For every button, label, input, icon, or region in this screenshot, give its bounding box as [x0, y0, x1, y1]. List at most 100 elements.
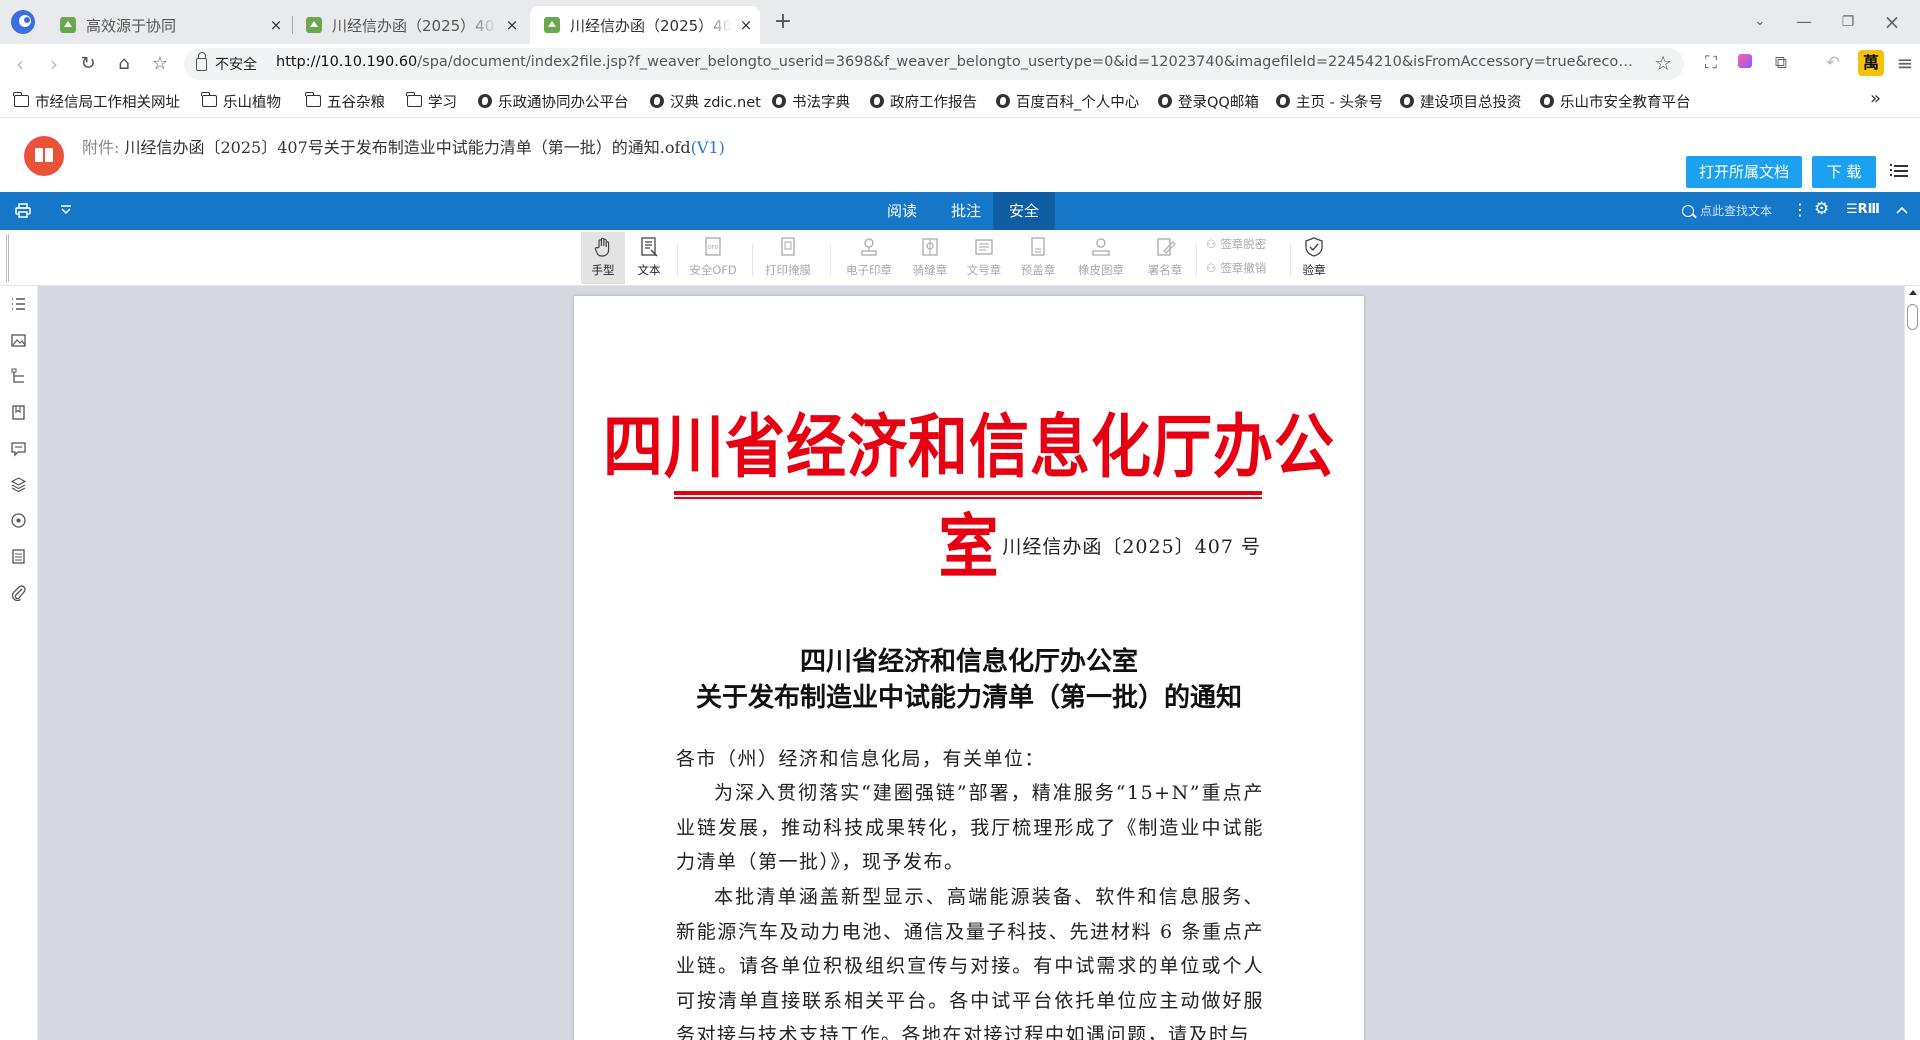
bookmarks-overflow-button[interactable]: »: [1870, 88, 1881, 109]
download-button[interactable]: 下 载: [1812, 156, 1876, 188]
bookmark-link[interactable]: 书法字典: [772, 89, 850, 113]
doc-number-seal-button[interactable]: 文号章: [960, 232, 1008, 284]
back-icon[interactable]: ‹: [6, 50, 34, 78]
bookmark-link[interactable]: 建设项目总投资: [1400, 89, 1522, 113]
version-link[interactable]: V1: [697, 138, 719, 157]
new-tab-button[interactable]: +: [768, 8, 798, 38]
minimize-icon[interactable]: —: [1784, 8, 1824, 36]
forward-icon[interactable]: ›: [40, 50, 68, 78]
extensions-puzzle-icon[interactable]: ⧉: [1768, 50, 1794, 76]
bookmarks-bar: 市经信局工作相关网址 乐山植物 五谷杂粮 学习 乐政通协同办公平台 汉典 zdi…: [0, 84, 1920, 118]
browser-menu-icon[interactable]: ≡: [1892, 50, 1918, 76]
toolbar-separator: [830, 244, 831, 276]
tab-3-active[interactable]: 川经信办函（2025）407号关于发布制造业中试能力清单 ×: [530, 6, 760, 44]
list-menu-icon[interactable]: [1890, 162, 1908, 180]
reading-mode-toggle[interactable]: ☰RⅢ: [1846, 202, 1880, 217]
text-select-button[interactable]: 文本: [627, 232, 671, 284]
tab-security[interactable]: 安全: [993, 192, 1055, 230]
tab-search-chevron-icon[interactable]: ⌄: [1740, 8, 1780, 36]
e-seal-icon: [861, 238, 877, 256]
undo-icon[interactable]: ↶: [1820, 50, 1846, 76]
extension-app-icon[interactable]: [1732, 50, 1758, 76]
url-text[interactable]: http://10.10.190.60/spa/document/index2f…: [276, 54, 1636, 70]
outline-list-icon[interactable]: [10, 296, 27, 313]
secure-ofd-icon: OFD: [705, 237, 721, 256]
bookmark-folder[interactable]: 市经信局工作相关网址: [13, 89, 180, 113]
reload-icon[interactable]: ↻: [74, 50, 102, 78]
bookmark-folder[interactable]: 乐山植物: [201, 89, 281, 113]
thumbnail-image-icon[interactable]: [10, 332, 27, 349]
seal-revoke-button[interactable]: ⚇ 签章撤销: [1206, 260, 1266, 276]
profile-avatar[interactable]: 萬: [1858, 50, 1884, 76]
target-seal-icon[interactable]: [10, 512, 27, 529]
bookmark-link[interactable]: 乐山市安全教育平台: [1540, 89, 1691, 113]
omnibox[interactable]: 不安全 http://10.10.190.60/spa/document/ind…: [184, 48, 1684, 80]
document-title-line1: 四川省经济和信息化厅办公室: [799, 647, 1138, 677]
tab-close-icon[interactable]: ×: [498, 16, 526, 34]
bookmark-page-icon[interactable]: [10, 404, 27, 421]
tree-structure-icon[interactable]: [10, 368, 27, 385]
scrollbar-thumb[interactable]: [1907, 304, 1918, 330]
bookmark-link[interactable]: 汉典 zdic.net: [650, 89, 761, 113]
bookmark-folder[interactable]: 学习: [406, 89, 457, 113]
bookmark-star-icon[interactable]: ☆: [1654, 51, 1672, 75]
document-list-icon[interactable]: [10, 548, 27, 565]
vertical-scrollbar[interactable]: [1904, 286, 1920, 1040]
pre-seal-button[interactable]: 预盖章: [1014, 232, 1062, 284]
attachment-paperclip-icon[interactable]: [10, 584, 27, 601]
home-icon[interactable]: ⌂: [110, 50, 138, 78]
folder-icon: [201, 92, 217, 107]
letterhead-rule: [674, 491, 1262, 495]
globe-icon: [1276, 94, 1290, 108]
collapse-chevron-up-icon[interactable]: [1896, 206, 1908, 214]
seal-declassify-button[interactable]: ⚇ 签章脱密: [1206, 236, 1266, 252]
doc-viewer-logo-icon: [24, 136, 64, 176]
tab-read[interactable]: 阅读: [870, 192, 934, 230]
folder-icon: [13, 92, 29, 107]
security-toolbar: 手型 文本 OFD 安全OFD 打印掩膜 电子印章 骑缝章 文号章 预盖章 橡皮…: [0, 230, 1920, 286]
signature-seal-button[interactable]: 署名章: [1140, 232, 1190, 284]
hand-tool-button[interactable]: 手型: [581, 232, 625, 284]
more-vertical-icon[interactable]: ⋮: [1792, 200, 1808, 219]
verify-seal-button[interactable]: 验章: [1292, 232, 1336, 284]
security-indicator[interactable]: 不安全: [196, 51, 257, 74]
settings-gear-icon[interactable]: ⚙: [1814, 199, 1829, 219]
rubber-stamp-button[interactable]: 橡皮图章: [1070, 232, 1132, 284]
favorite-star-icon[interactable]: ☆: [146, 50, 174, 78]
electronic-seal-button[interactable]: 电子印章: [838, 232, 900, 284]
browser-tab-strip: 高效源于协同 × 川经信办函（2025）407号关于发布制造业中试能力清单 × …: [0, 0, 1920, 44]
bookmark-link[interactable]: 乐政通协同办公平台: [478, 89, 629, 113]
toolbar-drag-handle[interactable]: [6, 234, 9, 282]
tab-2[interactable]: 川经信办函（2025）407号关于发布制造业中试能力清单 ×: [292, 6, 526, 44]
search-placeholder: 点此查找文本: [1700, 204, 1773, 218]
attachment-header: 附件: 川经信办函〔2025〕407号关于发布制造业中试能力清单（第一批）的通知…: [0, 118, 1920, 192]
bookmark-link[interactable]: 政府工作报告: [870, 89, 977, 113]
signature-seal-icon: [1157, 238, 1176, 256]
tab-close-icon[interactable]: ×: [262, 16, 290, 34]
rubber-stamp-icon: [1092, 238, 1110, 256]
annotation-comment-icon[interactable]: [10, 440, 27, 457]
bookmark-link[interactable]: 登录QQ邮箱: [1158, 89, 1259, 113]
print-mask-button[interactable]: 打印掩膜: [760, 232, 816, 284]
open-parent-document-button[interactable]: 打开所属文档: [1686, 156, 1802, 188]
bookmark-folder[interactable]: 五谷杂粮: [305, 89, 385, 113]
window-close-icon[interactable]: ×: [1872, 8, 1912, 36]
layers-icon[interactable]: [10, 476, 27, 493]
restore-icon[interactable]: ❐: [1828, 8, 1868, 36]
document-viewport[interactable]: 四川省经济和信息化厅办公室 川经信办函〔2025〕407 号 四川省经济和信息化…: [38, 286, 1904, 1040]
secure-ofd-button[interactable]: OFD 安全OFD: [682, 232, 744, 284]
tab-close-icon[interactable]: ×: [732, 16, 760, 34]
riding-seal-button[interactable]: 骑缝章: [906, 232, 954, 284]
find-text-search[interactable]: 点此查找文本: [1682, 202, 1772, 219]
bookmark-link[interactable]: 百度百科_个人中心: [996, 89, 1139, 113]
globe-icon: [1540, 94, 1554, 108]
document-page: 四川省经济和信息化厅办公室 川经信办函〔2025〕407 号 四川省经济和信息化…: [574, 296, 1364, 1040]
tab-1[interactable]: 高效源于协同 ×: [46, 6, 290, 44]
scroll-up-arrow-icon[interactable]: [1909, 290, 1917, 295]
tab-annotate[interactable]: 批注: [934, 192, 998, 230]
bookmark-link[interactable]: 主页 - 头条号: [1276, 89, 1383, 113]
dropdown-chevron-icon[interactable]: [60, 205, 72, 215]
screenshot-crop-icon[interactable]: ⛶: [1698, 50, 1724, 76]
print-icon[interactable]: [15, 203, 31, 218]
riding-seal-icon: [922, 238, 938, 256]
